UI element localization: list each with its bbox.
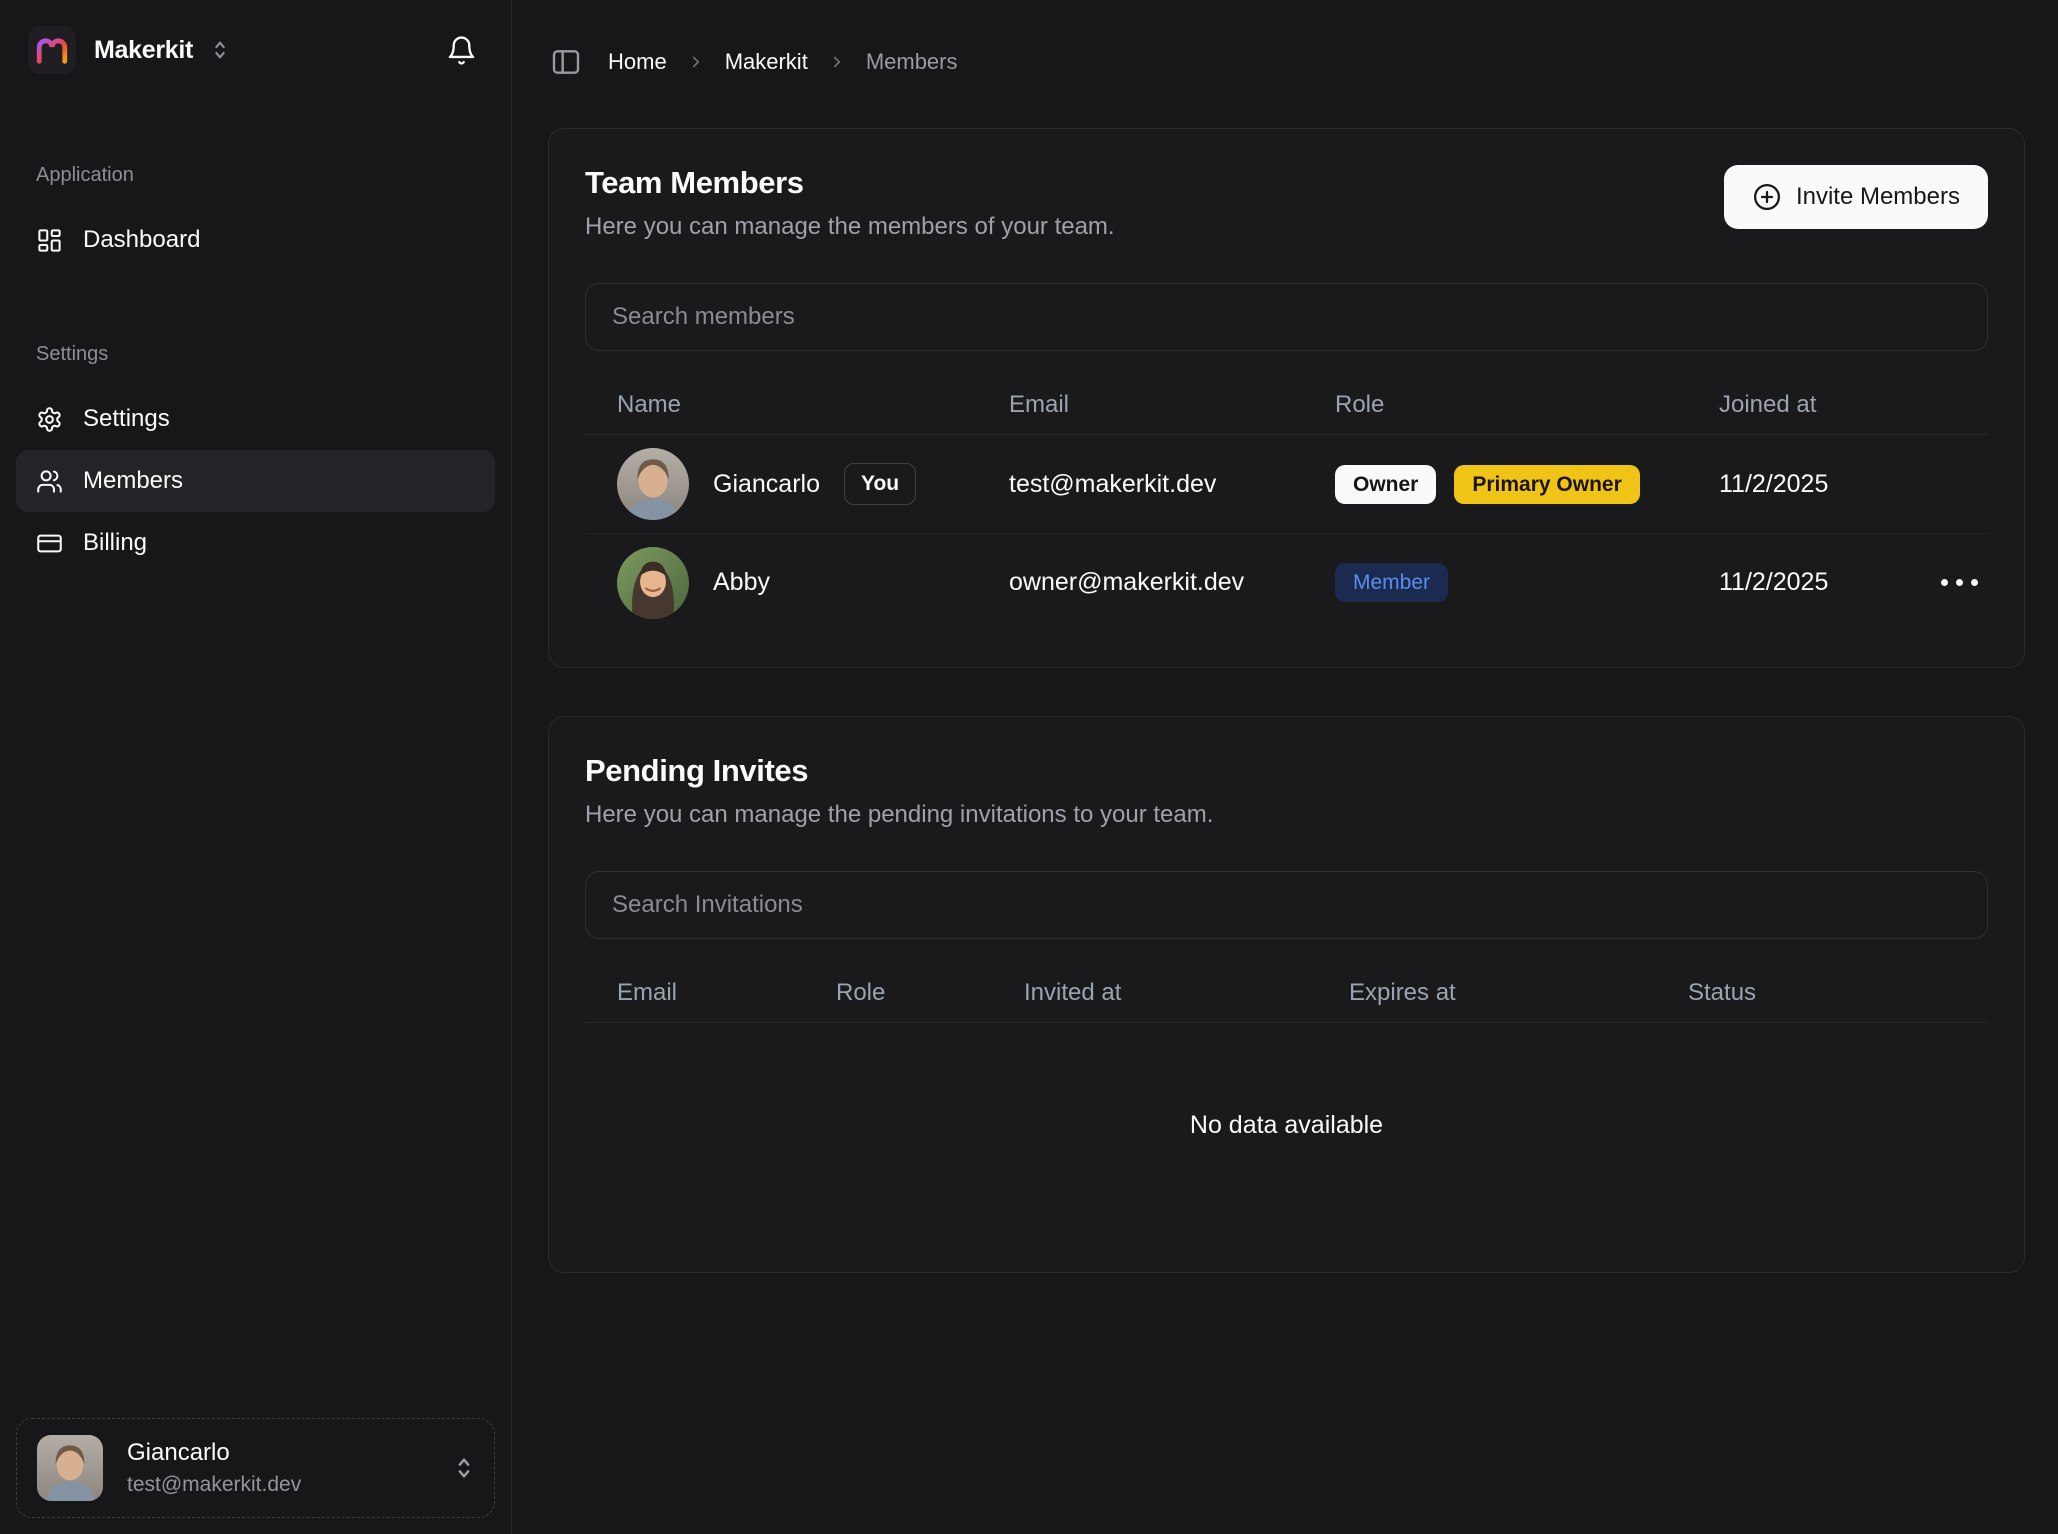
notifications-bell-button[interactable]	[442, 31, 481, 70]
breadcrumb: Home Makerkit Members	[548, 44, 2025, 80]
makerkit-logo	[28, 26, 76, 74]
credit-card-icon	[36, 530, 63, 557]
ellipsis-icon	[1941, 579, 1948, 586]
empty-state-message: No data available	[585, 1023, 1988, 1236]
user-email: test@makerkit.dev	[127, 1473, 301, 1497]
panel-left-icon	[550, 46, 582, 78]
section-label-settings: Settings	[16, 343, 495, 366]
user-account-menu[interactable]: Giancarlo test@makerkit.dev	[16, 1418, 495, 1518]
sidebar-item-label: Billing	[83, 529, 147, 557]
breadcrumb-home[interactable]: Home	[608, 49, 667, 75]
member-joined-date: 11/2/2025	[1719, 470, 1898, 499]
pending-invites-header: Pending Invites Here you can manage the …	[585, 753, 1988, 829]
users-icon	[36, 468, 63, 495]
app-window: Makerkit Application Dashboard Settings	[0, 0, 2058, 1534]
column-header-role: Role	[836, 979, 1024, 1007]
breadcrumb-current: Members	[866, 49, 958, 75]
sidebar-item-label: Dashboard	[83, 226, 200, 254]
sidebar-header: Makerkit	[0, 0, 511, 92]
team-members-header: Team Members Here you can manage the mem…	[585, 165, 1988, 241]
nav-spacer	[16, 271, 495, 343]
sidebar-item-members[interactable]: Members	[16, 450, 495, 512]
user-meta: Giancarlo test@makerkit.dev	[127, 1439, 301, 1497]
member-name-cell: Giancarlo You	[585, 448, 1009, 520]
member-joined-date: 11/2/2025	[1719, 568, 1898, 597]
sidebar-item-label: Members	[83, 467, 183, 495]
sidebar-item-dashboard[interactable]: Dashboard	[16, 209, 495, 271]
sidebar: Makerkit Application Dashboard Settings	[0, 0, 512, 1534]
team-members-heading-block: Team Members Here you can manage the mem…	[585, 165, 1115, 241]
team-members-title: Team Members	[585, 165, 1115, 201]
primary-owner-badge: Primary Owner	[1454, 465, 1639, 504]
section-label-application: Application	[16, 164, 495, 187]
member-avatar	[617, 448, 689, 520]
member-avatar	[617, 547, 689, 619]
invite-members-button[interactable]: Invite Members	[1724, 165, 1988, 229]
member-name: Giancarlo	[713, 470, 820, 499]
column-header-role: Role	[1335, 391, 1719, 419]
member-email: test@makerkit.dev	[1009, 470, 1335, 499]
pending-invites-heading-block: Pending Invites Here you can manage the …	[585, 753, 1213, 829]
plus-circle-icon	[1752, 182, 1782, 212]
user-avatar	[37, 1435, 103, 1501]
members-table-header: Name Email Role Joined at	[585, 375, 1988, 435]
column-header-status: Status	[1688, 979, 1988, 1007]
member-role-badge: Member	[1335, 563, 1448, 602]
search-members-input[interactable]	[585, 283, 1988, 351]
sidebar-nav: Application Dashboard Settings Settings	[0, 164, 511, 574]
column-header-name: Name	[585, 391, 1009, 419]
column-header-email: Email	[1009, 391, 1335, 419]
column-header-expires: Expires at	[1349, 979, 1688, 1007]
sidebar-item-label: Settings	[83, 405, 170, 433]
member-role-cell: Member	[1335, 563, 1719, 602]
member-role-cell: Owner Primary Owner	[1335, 465, 1719, 504]
sidebar-spacer	[0, 574, 511, 1402]
chevron-right-icon	[687, 53, 705, 71]
dashboard-grid-icon	[36, 227, 63, 254]
pending-invites-card: Pending Invites Here you can manage the …	[548, 716, 2025, 1273]
table-row-member-giancarlo: Giancarlo You test@makerkit.dev Owner Pr…	[585, 435, 1988, 533]
bell-icon	[446, 35, 477, 66]
owner-badge: Owner	[1335, 465, 1436, 504]
invite-members-label: Invite Members	[1796, 183, 1960, 211]
main-content: Home Makerkit Members Team Members Here …	[512, 0, 2058, 1534]
sidebar-toggle-button[interactable]	[548, 44, 584, 80]
team-members-card: Team Members Here you can manage the mem…	[548, 128, 2025, 668]
table-row-member-abby: Abby owner@makerkit.dev Member 11/2/2025	[585, 533, 1988, 631]
row-actions-menu-button[interactable]	[1898, 569, 1988, 596]
column-header-email: Email	[585, 979, 836, 1007]
sidebar-item-settings[interactable]: Settings	[16, 388, 495, 450]
sidebar-item-billing[interactable]: Billing	[16, 512, 495, 574]
chevron-up-down-icon	[211, 39, 229, 61]
invites-table-header: Email Role Invited at Expires at Status	[585, 963, 1988, 1023]
team-members-subtitle: Here you can manage the members of your …	[585, 213, 1115, 241]
chevron-right-icon	[828, 53, 846, 71]
workspace-name: Makerkit	[94, 36, 193, 65]
column-header-joined: Joined at	[1719, 391, 1898, 419]
breadcrumb-items: Home Makerkit Members	[608, 49, 958, 75]
search-invitations-input[interactable]	[585, 871, 1988, 939]
gear-icon	[36, 406, 63, 433]
member-name: Abby	[713, 568, 770, 597]
chevron-up-down-icon	[454, 1455, 474, 1481]
you-badge: You	[844, 463, 916, 505]
member-email: owner@makerkit.dev	[1009, 568, 1335, 597]
member-name-cell: Abby	[585, 547, 1009, 619]
breadcrumb-team[interactable]: Makerkit	[725, 49, 808, 75]
pending-invites-subtitle: Here you can manage the pending invitati…	[585, 801, 1213, 829]
column-header-invited: Invited at	[1024, 979, 1349, 1007]
workspace-selector[interactable]: Makerkit	[28, 26, 229, 74]
user-name: Giancarlo	[127, 1439, 301, 1467]
pending-invites-title: Pending Invites	[585, 753, 1213, 789]
